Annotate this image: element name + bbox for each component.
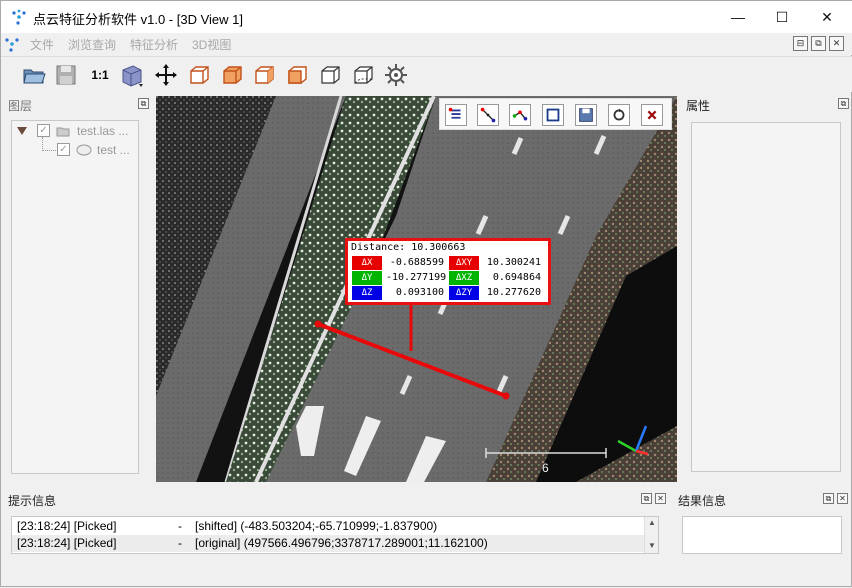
main-toolbar: 1:1 [1, 56, 852, 92]
delta-y-value: -10.277199 [386, 272, 447, 283]
view-left-icon[interactable] [251, 62, 277, 88]
log-title: 提示信息 [8, 494, 57, 508]
scroll-down-icon[interactable]: ▼ [648, 541, 656, 550]
log-separator: - [178, 536, 182, 550]
app-logo-icon [12, 9, 26, 25]
distance-label: Distance: 10.300663 [351, 242, 466, 253]
layer-tree: ✓ test.las ... ✓ test ... [11, 120, 139, 474]
delta-xy-value: 10.300241 [486, 257, 541, 268]
results-close-button[interactable]: ✕ [837, 493, 848, 504]
log-message: [shifted] (-483.503204;-65.710999;-1.837… [195, 519, 438, 533]
log-scrollbar[interactable]: ▲ ▼ [644, 517, 658, 553]
measurement-box: Distance: 10.300663 ΔX -0.688599 ΔXY 10.… [345, 238, 551, 305]
view-front-icon[interactable] [186, 62, 212, 88]
delta-z-value: 0.093100 [395, 287, 444, 298]
log-message: [original] (497566.496796;3378717.289001… [195, 536, 488, 550]
log-panel: 提示信息 ⧉ ✕ [23:18:24] [Picked] - [shifted]… [1, 490, 673, 588]
view-bottom-icon[interactable] [350, 62, 376, 88]
delta-x-tag: ΔX [352, 256, 382, 270]
log-float-button[interactable]: ⧉ [641, 493, 652, 504]
layer-checkbox-las[interactable]: ✓ [37, 124, 50, 137]
folder-icon [56, 127, 70, 137]
results-content [682, 516, 842, 554]
layers-panel: 图层 ⧉ ✓ test.las ... ✓ test ... [1, 95, 153, 480]
measure-icon[interactable] [542, 104, 564, 126]
menu-bar: 文件 浏览查询 特征分析 3D视图 ⊟ ⧉ ✕ [1, 33, 852, 55]
settings-gear-icon[interactable] [383, 62, 409, 88]
view-toolbar [439, 98, 672, 130]
app-window: 点云特征分析软件 v1.0 - [3D View 1] — ☐ ✕ 文件 浏览查… [0, 0, 852, 587]
title-bar: 点云特征分析软件 v1.0 - [3D View 1] — ☐ ✕ [1, 1, 852, 33]
mdi-restore-button[interactable]: ⧉ [811, 36, 826, 51]
properties-title: 属性 [686, 99, 711, 113]
minimize-button[interactable]: — [715, 1, 761, 33]
results-title: 结果信息 [678, 494, 727, 508]
save-view-icon[interactable] [575, 104, 597, 126]
layers-float-button[interactable]: ⧉ [138, 98, 149, 109]
delta-xz-value: 0.694864 [492, 272, 541, 283]
results-float-button[interactable]: ⧉ [823, 493, 834, 504]
layer-checkbox-cloud[interactable]: ✓ [57, 143, 70, 156]
menu-browse-query[interactable]: 浏览查询 [68, 36, 116, 53]
expand-triangle-icon[interactable] [17, 127, 27, 135]
maximize-button[interactable]: ☐ [759, 1, 805, 33]
log-line: [23:18:24] [Picked] - [shifted] (-483.50… [12, 518, 644, 535]
layer-name-cloud[interactable]: test ... [97, 143, 130, 157]
save-icon[interactable] [53, 62, 79, 88]
mdi-minimize-button[interactable]: ⊟ [793, 36, 808, 51]
close-icon[interactable] [641, 104, 663, 126]
one-to-one-button[interactable]: 1:1 [87, 62, 113, 88]
scroll-up-icon[interactable]: ▲ [648, 518, 656, 527]
delta-zy-tag: ΔZY [449, 286, 479, 300]
log-separator: - [178, 519, 182, 533]
properties-float-button[interactable]: ⧉ [838, 98, 849, 109]
cube-view-icon[interactable] [119, 62, 145, 88]
properties-content [691, 122, 841, 472]
polyline-icon[interactable] [509, 104, 531, 126]
point-cloud-icon [76, 144, 92, 156]
view-right-icon[interactable] [284, 62, 310, 88]
scale-bar-label: 6 [542, 461, 549, 475]
view-top-icon[interactable] [317, 62, 343, 88]
delta-xy-tag: ΔXY [449, 256, 479, 270]
layers-title: 图层 [8, 99, 33, 113]
delta-zy-value: 10.277620 [486, 287, 541, 298]
menu-file[interactable]: 文件 [30, 36, 54, 53]
log-list[interactable]: [23:18:24] [Picked] - [shifted] (-483.50… [11, 516, 659, 554]
close-button[interactable]: ✕ [804, 1, 850, 33]
view-back-icon[interactable] [219, 62, 245, 88]
delta-xz-tag: ΔXZ [449, 271, 479, 285]
mdi-close-button[interactable]: ✕ [829, 36, 844, 51]
menu-feature-analysis[interactable]: 特征分析 [130, 36, 178, 53]
mdi-app-icon[interactable] [4, 36, 20, 52]
window-title: 点云特征分析软件 v1.0 - [3D View 1] [33, 12, 243, 27]
layer-name-las[interactable]: test.las ... [77, 124, 128, 138]
reset-icon[interactable] [608, 104, 630, 126]
delta-y-tag: ΔY [352, 271, 382, 285]
results-panel: 结果信息 ⧉ ✕ [673, 490, 852, 588]
log-time: [23:18:24] [Picked] [17, 519, 117, 533]
log-line: [23:18:24] [Picked] - [original] (497566… [12, 535, 644, 552]
layer-list-icon[interactable] [445, 104, 467, 126]
log-time: [23:18:24] [Picked] [17, 536, 117, 550]
menu-3d-view[interactable]: 3D视图 [192, 36, 231, 53]
move-icon[interactable] [153, 62, 179, 88]
delta-z-tag: ΔZ [352, 286, 382, 300]
properties-panel: 属性 ⧉ [681, 95, 852, 480]
delta-x-value: -0.688599 [389, 257, 444, 268]
open-folder-icon[interactable] [21, 62, 47, 88]
log-close-button[interactable]: ✕ [655, 493, 666, 504]
point-pick-icon[interactable] [477, 104, 499, 126]
